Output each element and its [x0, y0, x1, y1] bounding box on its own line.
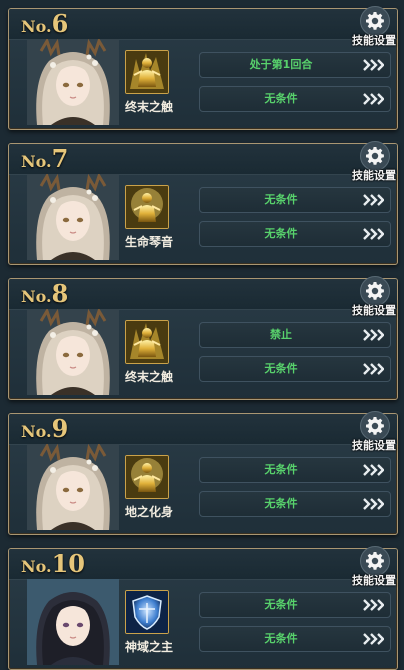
character-portrait: [27, 174, 119, 260]
skill-name: 神域之主: [124, 640, 173, 654]
golden-warrior-aura-icon[interactable]: [125, 320, 169, 364]
skill-name: 地之化身: [124, 505, 173, 519]
skill-settings-button[interactable]: 技能设置: [346, 141, 398, 182]
character-portrait: [27, 579, 119, 665]
condition-label: 无条件: [264, 362, 298, 375]
condition-button-1[interactable]: 禁止: [199, 322, 391, 348]
condition-label: 无条件: [264, 463, 298, 476]
triple-chevron-right-icon: [362, 327, 385, 343]
triple-chevron-right-icon: [362, 192, 385, 208]
skill-name: 终末之触: [124, 370, 173, 384]
condition-button-1[interactable]: 无条件: [199, 592, 391, 618]
slot-number: No.8: [21, 279, 69, 308]
condition-label: 无条件: [264, 193, 298, 206]
skill-name: 生命琴音: [124, 235, 173, 249]
slot-number: No.7: [21, 144, 69, 173]
condition-label: 无条件: [264, 497, 298, 510]
condition-button-2[interactable]: 无条件: [199, 221, 391, 247]
condition-button-2[interactable]: 无条件: [199, 491, 391, 517]
skill-slot-card: No.9 地之化身 无条件 无条件: [8, 413, 398, 535]
triple-chevron-right-icon: [362, 361, 385, 377]
condition-label: 无条件: [264, 227, 298, 240]
skill-settings-label: 技能设置: [352, 304, 396, 317]
skill-settings-label: 技能设置: [352, 169, 396, 182]
skill-slot-card: No.10 神域之主 无条件 无条件: [8, 548, 398, 670]
triple-chevron-right-icon: [362, 597, 385, 613]
triple-chevron-right-icon: [362, 226, 385, 242]
skill-settings-button[interactable]: 技能设置: [346, 546, 398, 587]
skill-settings-button[interactable]: 技能设置: [346, 6, 398, 47]
triple-chevron-right-icon: [362, 631, 385, 647]
condition-button-1[interactable]: 无条件: [199, 187, 391, 213]
character-portrait: [27, 444, 119, 530]
triple-chevron-right-icon: [362, 57, 385, 73]
triple-chevron-right-icon: [362, 91, 385, 107]
skill-settings-label: 技能设置: [352, 34, 396, 47]
skill-slot-card: No.7 生命琴音 无条件 无条件: [8, 143, 398, 265]
condition-label: 禁止: [270, 328, 292, 341]
condition-label: 无条件: [264, 598, 298, 611]
blue-shield-icon[interactable]: [125, 590, 169, 634]
triple-chevron-right-icon: [362, 496, 385, 512]
condition-button-1[interactable]: 处于第1回合: [199, 52, 391, 78]
skill-settings-label: 技能设置: [352, 574, 396, 587]
skill-settings-button[interactable]: 技能设置: [346, 411, 398, 452]
golden-warrior-icon[interactable]: [125, 185, 169, 229]
condition-button-2[interactable]: 无条件: [199, 626, 391, 652]
golden-warrior-aura-icon[interactable]: [125, 50, 169, 94]
skill-name: 终末之触: [124, 100, 173, 114]
slot-number: No.6: [21, 9, 69, 38]
skill-slot-card: No.6 终末之触 处于第1回合 无条件: [8, 8, 398, 130]
skill-slot-card: No.8 终末之触 禁止 无条件: [8, 278, 398, 400]
condition-label: 无条件: [264, 92, 298, 105]
condition-button-2[interactable]: 无条件: [199, 356, 391, 382]
condition-button-2[interactable]: 无条件: [199, 86, 391, 112]
triple-chevron-right-icon: [362, 462, 385, 478]
golden-warrior-icon[interactable]: [125, 455, 169, 499]
condition-label: 处于第1回合: [249, 58, 313, 71]
skill-settings-label: 技能设置: [352, 439, 396, 452]
slot-number: No.9: [21, 414, 69, 443]
skill-settings-button[interactable]: 技能设置: [346, 276, 398, 317]
condition-label: 无条件: [264, 632, 298, 645]
character-portrait: [27, 309, 119, 395]
slot-number: No.10: [21, 549, 85, 578]
condition-button-1[interactable]: 无条件: [199, 457, 391, 483]
character-portrait: [27, 39, 119, 125]
